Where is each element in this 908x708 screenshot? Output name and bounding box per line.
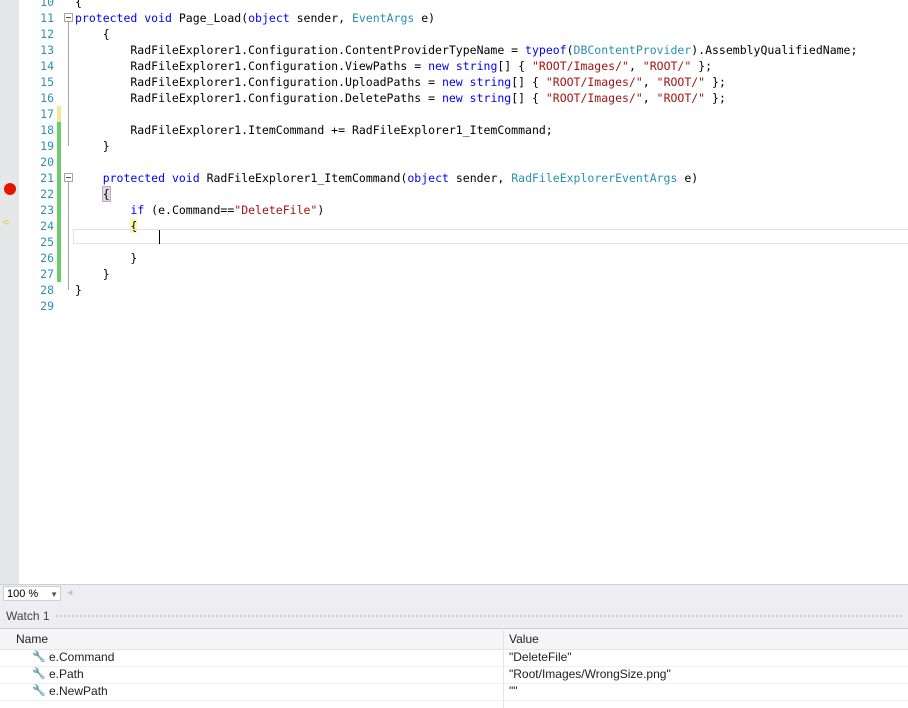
code-text[interactable]: { <box>75 0 82 10</box>
current-line-highlight <box>73 229 908 244</box>
code-line[interactable]: 26 } <box>0 250 908 266</box>
code-line[interactable]: 28} <box>0 282 908 298</box>
code-text[interactable]: } <box>75 266 110 282</box>
code-line[interactable]: 13 RadFileExplorer1.Configuration.Conten… <box>0 42 908 58</box>
code-text[interactable]: { <box>75 26 110 42</box>
line-number: 28 <box>40 283 54 297</box>
code-line[interactable]: 14 RadFileExplorer1.Configuration.ViewPa… <box>0 58 908 74</box>
code-line[interactable]: 22 { <box>0 186 908 202</box>
line-number: 29 <box>40 299 54 313</box>
change-marker <box>57 138 61 154</box>
watch-row[interactable]: 🔧 e.Command "DeleteFile" <box>0 649 908 667</box>
line-number: 19 <box>40 139 54 153</box>
column-header-value[interactable]: Value <box>509 632 539 646</box>
watch-value[interactable]: "" <box>509 684 518 698</box>
line-number: 18 <box>40 123 54 137</box>
change-marker <box>57 218 61 234</box>
line-number: 23 <box>40 203 54 217</box>
outline-guide <box>68 22 69 146</box>
watch-value[interactable]: "Root/Images/WrongSize.png" <box>509 667 671 681</box>
line-number: 20 <box>40 155 54 169</box>
line-number: 25 <box>40 235 54 249</box>
code-text[interactable]: RadFileExplorer1.Configuration.ContentPr… <box>75 42 857 58</box>
change-marker <box>57 186 61 202</box>
code-text[interactable]: } <box>75 138 110 154</box>
line-number: 12 <box>40 27 54 41</box>
watch-header: Name Value <box>0 628 908 650</box>
watch-name[interactable]: e.Path <box>49 667 84 681</box>
zoom-value: 100 % <box>7 588 39 600</box>
watch-row[interactable]: 🔧 e.NewPath "" <box>0 683 908 701</box>
collapse-icon[interactable] <box>64 173 73 182</box>
execution-pointer-icon: ➪ <box>3 215 11 229</box>
watch-row[interactable]: 🔧 e.Path "Root/Images/WrongSize.png" <box>0 666 908 684</box>
code-line[interactable]: 23 if (e.Command=="DeleteFile") <box>0 202 908 218</box>
collapse-icon[interactable] <box>64 13 73 22</box>
code-text[interactable]: protected void RadFileExplorer1_ItemComm… <box>75 170 698 186</box>
code-line[interactable]: 17 <box>0 106 908 122</box>
line-number: 10 <box>40 0 54 9</box>
code-text[interactable]: RadFileExplorer1.Configuration.ViewPaths… <box>75 58 712 74</box>
chevron-down-icon: ▼ <box>50 590 58 599</box>
code-line[interactable]: 16 RadFileExplorer1.Configuration.Delete… <box>0 90 908 106</box>
change-marker <box>57 106 61 122</box>
code-line[interactable]: 15 RadFileExplorer1.Configuration.Upload… <box>0 74 908 90</box>
watch-title-bar[interactable]: Watch 1 <box>0 602 908 628</box>
wrench-icon: 🔧 <box>32 685 46 697</box>
editor-status-bar: 100 % ▼ ◀ <box>0 584 908 603</box>
change-marker <box>57 266 61 282</box>
line-number: 21 <box>40 171 54 185</box>
code-text[interactable]: if (e.Command=="DeleteFile") <box>75 202 324 218</box>
code-line[interactable]: 29 <box>0 298 908 314</box>
code-text[interactable]: } <box>75 282 82 298</box>
watch-value[interactable]: "DeleteFile" <box>509 650 572 664</box>
line-number: 13 <box>40 43 54 57</box>
change-marker <box>57 122 61 138</box>
line-number: 17 <box>40 107 54 121</box>
line-number: 22 <box>40 187 54 201</box>
line-number: 24 <box>40 219 54 233</box>
code-text[interactable]: RadFileExplorer1.Configuration.DeletePat… <box>75 90 726 106</box>
line-number: 16 <box>40 91 54 105</box>
code-line[interactable]: 21 protected void RadFileExplorer1_ItemC… <box>0 170 908 186</box>
wrench-icon: 🔧 <box>32 668 46 680</box>
code-line[interactable]: 11 protected void Page_Load(object sender… <box>0 10 908 26</box>
code-editor[interactable]: 10 {11 protected void Page_Load(object sen… <box>0 0 908 584</box>
code-text[interactable]: RadFileExplorer1.Configuration.UploadPat… <box>75 74 726 90</box>
scroll-left-icon[interactable]: ◀ <box>67 588 72 598</box>
change-marker <box>57 234 61 250</box>
code-line[interactable]: 10 { <box>0 0 908 10</box>
code-text[interactable]: RadFileExplorer1.ItemCommand += RadFileE… <box>75 122 552 138</box>
code-text[interactable]: } <box>75 250 137 266</box>
text-caret <box>159 230 160 244</box>
wrench-icon: 🔧 <box>32 651 46 663</box>
line-number: 11 <box>40 11 54 25</box>
watch-grid: Name Value 🔧 e.Command "DeleteFile" 🔧 e.Path… <box>0 628 908 708</box>
watch-name[interactable]: e.NewPath <box>49 684 108 698</box>
outline-guide <box>68 182 69 290</box>
code-line[interactable]: 19 } <box>0 138 908 154</box>
code-line[interactable]: 20 <box>0 154 908 170</box>
code-line[interactable]: 12 { <box>0 26 908 42</box>
watch-window: Watch 1 Name Value 🔧 e.Command "DeleteFile… <box>0 602 908 708</box>
line-number: 15 <box>40 75 54 89</box>
code-text[interactable]: protected void Page_Load(object sender, … <box>75 10 435 26</box>
change-marker <box>57 154 61 170</box>
change-marker <box>57 250 61 266</box>
column-header-name[interactable]: Name <box>16 632 48 646</box>
change-marker <box>57 170 61 186</box>
watch-name[interactable]: e.Command <box>49 650 114 664</box>
line-number: 14 <box>40 59 54 73</box>
code-text[interactable]: { <box>75 186 111 202</box>
code-line[interactable]: 27 } <box>0 266 908 282</box>
watch-title: Watch 1 <box>6 609 50 623</box>
code-line[interactable]: 18 RadFileExplorer1.ItemCommand += RadFi… <box>0 122 908 138</box>
line-number: 27 <box>40 267 54 281</box>
breakpoint-icon[interactable] <box>4 183 16 195</box>
line-number: 26 <box>40 251 54 265</box>
change-marker <box>57 202 61 218</box>
zoom-select[interactable]: 100 % ▼ <box>3 586 61 601</box>
drag-grip[interactable] <box>55 614 904 619</box>
